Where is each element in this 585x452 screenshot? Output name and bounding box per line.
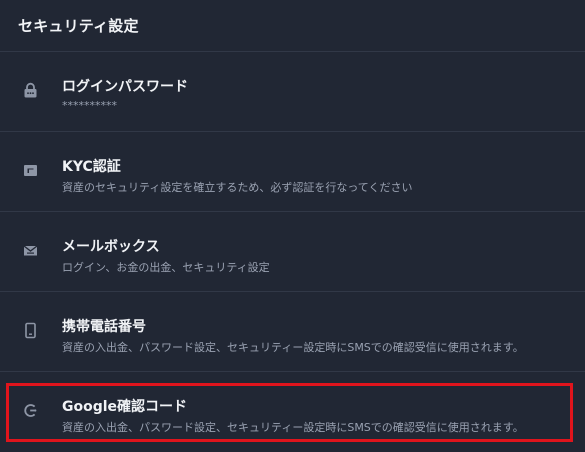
security-item-description: ********** [62, 99, 117, 112]
security-item-description: ログイン、お金の出金、セキュリティ設定 [62, 261, 270, 274]
security-item-title: ログインパスワード [62, 79, 188, 95]
phone-icon [22, 322, 39, 339]
security-item-description: 資産の入出金、パスワード設定、セキュリティー設定時にSMSでの確認受信に使用され… [62, 421, 524, 434]
security-item-title: KYC認証 [62, 159, 121, 175]
security-item-title: メールボックス [62, 239, 160, 255]
security-item-description: 資産のセキュリティ設定を確立するため、必ず認証を行なってください [62, 181, 413, 194]
security-item-phone[interactable]: 携帯電話番号 資産の入出金、パスワード設定、セキュリティー設定時にSMSでの確認… [0, 292, 585, 372]
page-header: セキュリティ設定 [0, 0, 585, 50]
security-item-mailbox[interactable]: メールボックス ログイン、お金の出金、セキュリティ設定 [0, 212, 585, 292]
security-item-description: 資産の入出金、パスワード設定、セキュリティー設定時にSMSでの確認受信に使用され… [62, 341, 524, 354]
security-item-title: 携帯電話番号 [62, 319, 146, 335]
mailbox-icon [22, 242, 39, 259]
security-item-login-password[interactable]: ログインパスワード ********** [0, 52, 585, 132]
security-item-title: Google確認コード [62, 399, 188, 415]
security-item-google-auth[interactable]: Google確認コード 資産の入出金、パスワード設定、セキュリティー設定時にSM… [0, 372, 585, 452]
id-card-icon [22, 162, 39, 179]
google-authenticator-icon [22, 402, 39, 419]
security-item-kyc[interactable]: KYC認証 資産のセキュリティ設定を確立するため、必ず認証を行なってください [0, 132, 585, 212]
lock-icon [22, 82, 39, 99]
page-title: セキュリティ設定 [18, 16, 139, 35]
